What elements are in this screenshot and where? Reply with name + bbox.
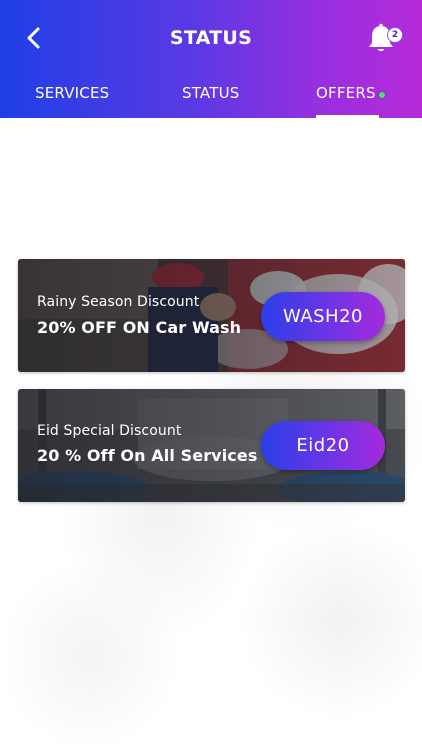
page-title: STATUS: [169, 27, 253, 49]
promo-code-button[interactable]: WASH20: [261, 292, 385, 341]
notification-badge: 2: [387, 27, 403, 43]
offer-card[interactable]: Rainy Season Discount 20% OFF ON Car Was…: [18, 259, 405, 372]
offer-subtitle: Eid Special Discount: [37, 423, 182, 439]
notifications-button[interactable]: 2: [364, 22, 404, 56]
tab-bar: SERVICES STATUS OFFERS: [0, 84, 422, 118]
offer-card[interactable]: Eid Special Discount 20 % Off On All Ser…: [18, 389, 405, 502]
screen: STATUS 2 SERVICES STATUS OFFERS Rainy Se…: [0, 0, 422, 750]
active-indicator-dot: [378, 92, 385, 98]
tab-status-label: STATUS: [182, 84, 240, 102]
tab-offers[interactable]: OFFERS: [316, 84, 422, 118]
offer-title: 20% OFF ON Car Wash: [37, 318, 242, 337]
tab-offers-label: OFFERS: [316, 84, 376, 102]
tab-status[interactable]: STATUS: [182, 84, 239, 118]
tab-services[interactable]: SERVICES: [35, 84, 109, 118]
promo-code-button[interactable]: Eid20: [261, 421, 385, 470]
app-header: STATUS 2 SERVICES STATUS OFFERS: [0, 0, 422, 118]
offer-subtitle: Rainy Season Discount: [37, 294, 200, 310]
tab-services-label: SERVICES: [35, 84, 110, 102]
offer-title: 20 % Off On All Services: [37, 446, 258, 465]
